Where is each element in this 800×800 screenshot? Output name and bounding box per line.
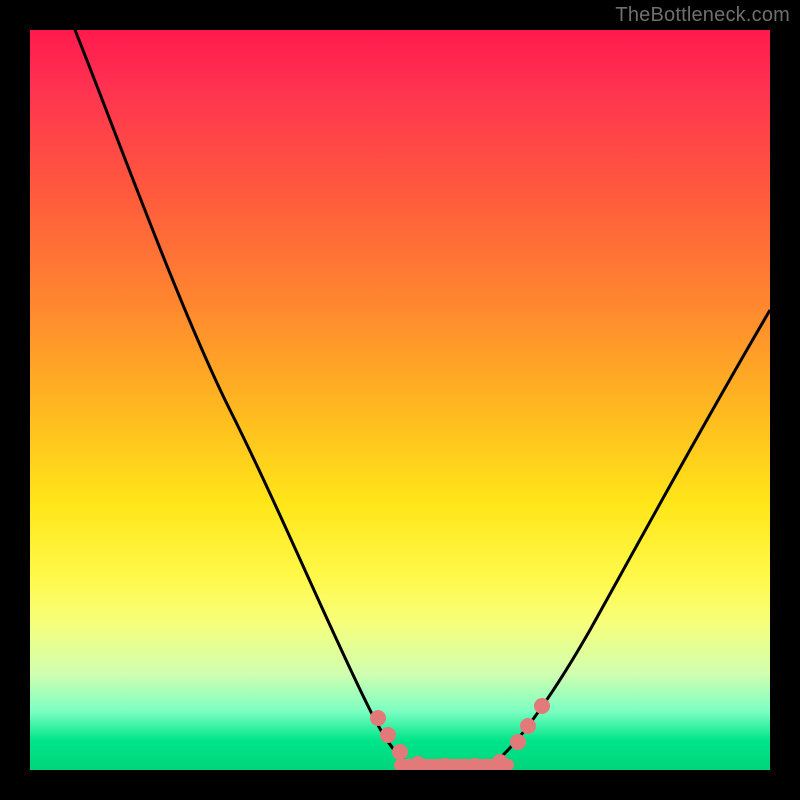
- left-curve: [75, 30, 415, 765]
- attribution-text: TheBottleneck.com: [615, 4, 790, 27]
- marker-dot: [520, 718, 536, 734]
- marker-dot: [370, 710, 386, 726]
- chart-svg: [30, 30, 770, 770]
- marker-dot: [410, 756, 426, 770]
- marker-dot: [534, 698, 550, 714]
- marker-dot: [510, 734, 526, 750]
- marker-dot: [492, 754, 508, 770]
- right-curve: [490, 310, 770, 765]
- marker-dot: [380, 727, 396, 743]
- chart-plot-area: [30, 30, 770, 770]
- marker-dot: [392, 744, 408, 760]
- chart-frame: TheBottleneck.com: [0, 0, 800, 800]
